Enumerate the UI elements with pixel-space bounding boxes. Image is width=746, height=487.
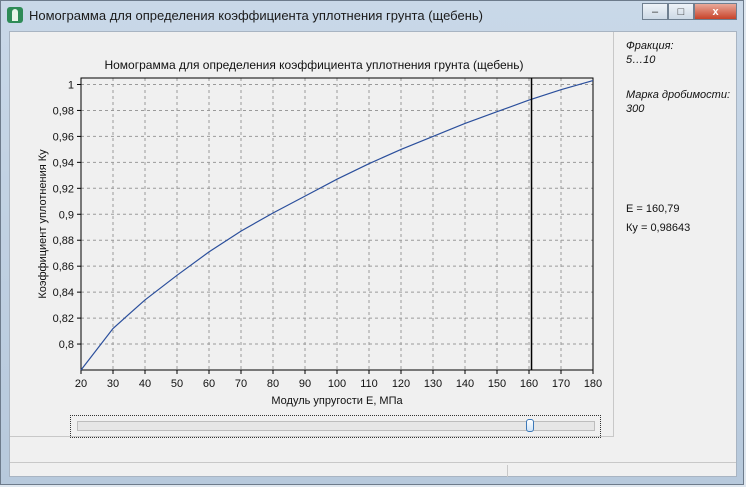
nomogram-chart: Номограмма для определения коэффициента …	[37, 58, 603, 407]
x-tick-label: 90	[299, 378, 311, 390]
x-axis-label: Модуль упругости Е, МПа	[271, 395, 403, 407]
window-title: Номограмма для определения коэффициента …	[29, 8, 483, 23]
close-button[interactable]: x	[694, 3, 737, 20]
y-tick-label: 1	[68, 79, 74, 91]
y-axis-label: Коэффициент уплотнения Ку	[37, 149, 49, 299]
client-area: Номограмма для определения коэффициента …	[9, 31, 737, 477]
y-tick-label: 0,86	[53, 261, 74, 273]
x-tick-label: 20	[75, 378, 87, 390]
x-tick-label: 130	[424, 378, 442, 390]
x-tick-label: 180	[584, 378, 602, 390]
status-bar	[10, 462, 736, 478]
y-tick-label: 0,92	[53, 183, 74, 195]
x-tick-label: 170	[552, 378, 570, 390]
chart-panel: Номограмма для определения коэффициента …	[10, 32, 614, 438]
x-tick-label: 150	[488, 378, 506, 390]
x-tick-label: 70	[235, 378, 247, 390]
status-separator	[507, 465, 508, 477]
fraction-value: 5…10	[626, 54, 656, 66]
e-slider[interactable]	[77, 421, 595, 431]
info-panel: Фракция: 5…10 Марка дробимости: 300 E = …	[626, 32, 736, 432]
y-tick-label: 0,9	[59, 209, 74, 221]
x-tick-label: 60	[203, 378, 215, 390]
minimize-button[interactable]: –	[642, 3, 668, 20]
y-tick-label: 0,8	[59, 339, 74, 351]
x-tick-label: 40	[139, 378, 151, 390]
x-tick-label: 120	[392, 378, 410, 390]
fraction-label: Фракция:	[626, 40, 674, 52]
chart-grid	[81, 78, 593, 370]
x-tick-label: 80	[267, 378, 279, 390]
y-tick-label: 0,82	[53, 313, 74, 325]
chart-ticks: 20 30 40 50 60 70 80 90 100 110 120 130 140 150 160 170…	[53, 79, 603, 390]
y-tick-label: 0,96	[53, 131, 74, 143]
title-bar[interactable]: Номограмма для определения коэффициента …	[1, 1, 743, 29]
e-slider-focus-frame	[70, 415, 601, 438]
x-tick-label: 140	[456, 378, 474, 390]
main-window: Номограмма для определения коэффициента …	[0, 0, 744, 485]
y-tick-label: 0,84	[53, 287, 74, 299]
e-slider-thumb[interactable]	[525, 419, 534, 432]
window-controls: – □ x	[642, 3, 737, 20]
y-tick-label: 0,88	[53, 235, 74, 247]
grade-value: 300	[626, 103, 645, 115]
e-readout: E = 160,79	[626, 203, 680, 215]
y-tick-label: 0,98	[53, 105, 74, 117]
x-tick-label: 110	[360, 378, 378, 390]
ky-readout: Ку = 0,98643	[626, 222, 691, 234]
x-tick-label: 50	[171, 378, 183, 390]
x-tick-label: 30	[107, 378, 119, 390]
x-tick-label: 160	[520, 378, 538, 390]
x-tick-label: 100	[328, 378, 346, 390]
grade-label: Марка дробимости:	[626, 89, 731, 101]
y-tick-label: 0,94	[53, 157, 74, 169]
app-icon	[7, 7, 23, 23]
maximize-button[interactable]: □	[668, 3, 694, 20]
chart-title: Номограмма для определения коэффициента …	[104, 58, 523, 72]
